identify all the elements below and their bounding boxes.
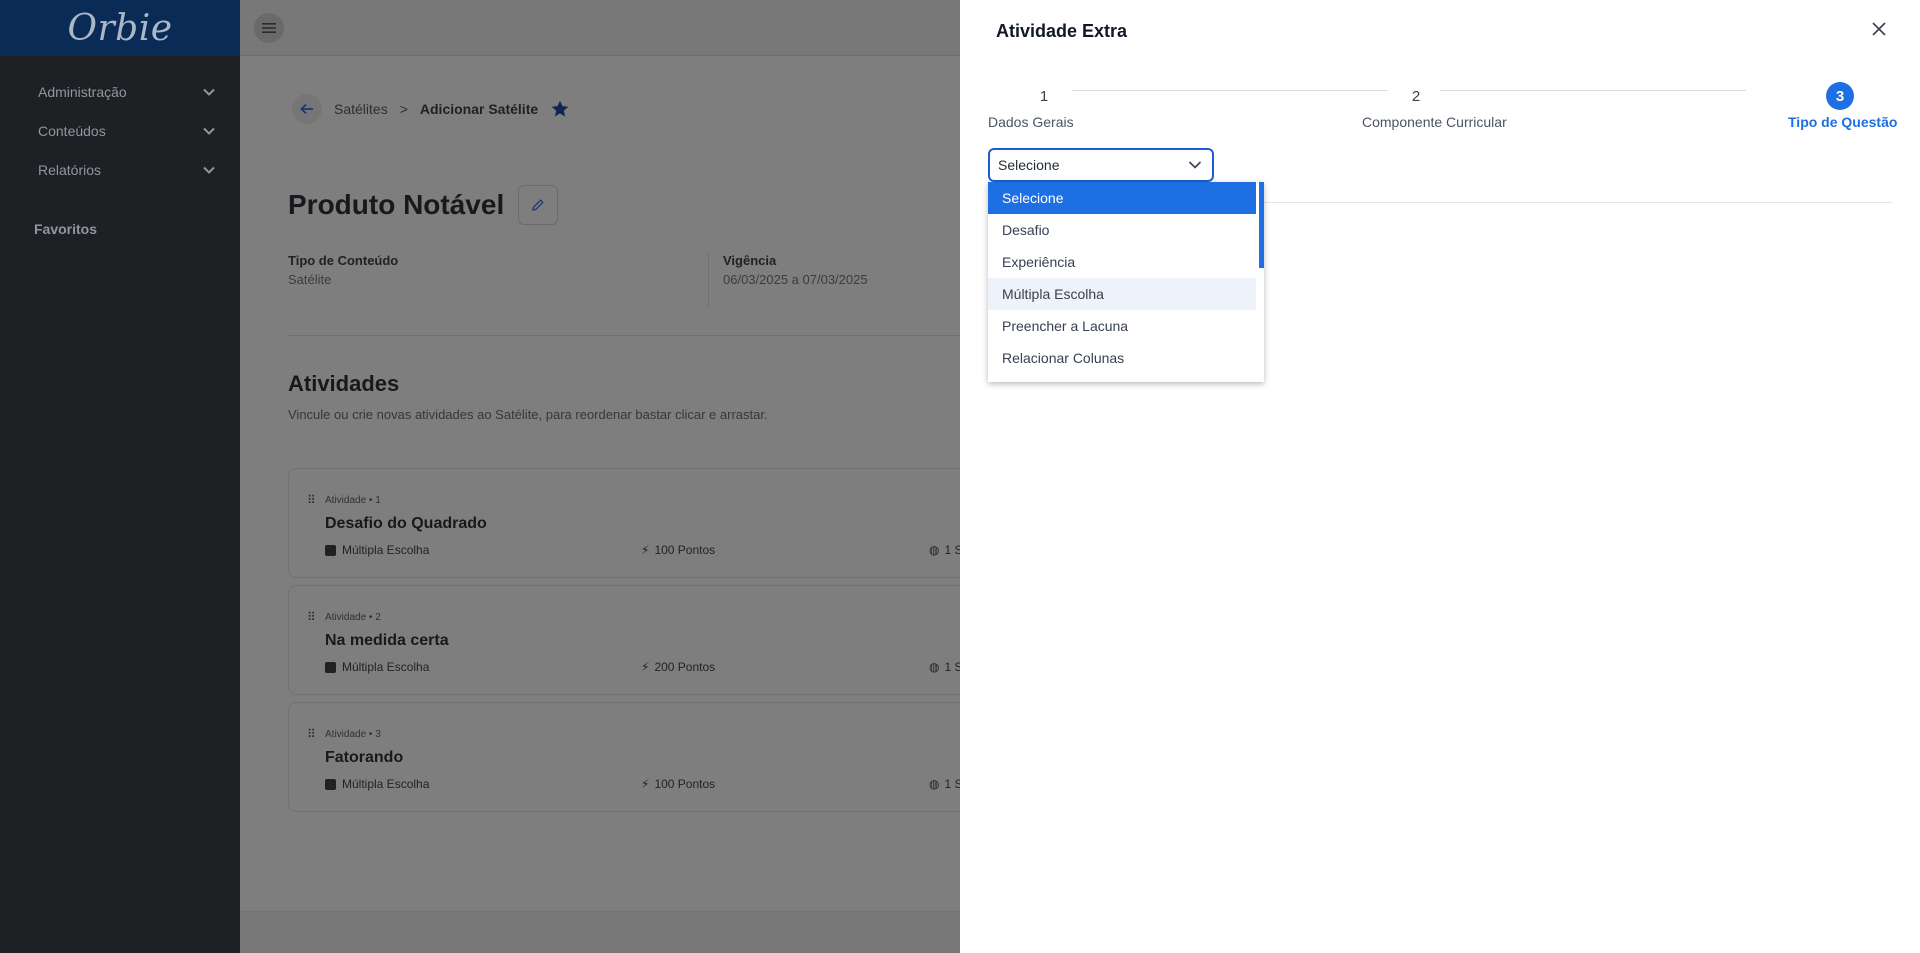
drawer-title: Atividade Extra	[996, 21, 1128, 41]
activity-name: Desafio do Quadrado	[325, 515, 487, 532]
dropdown-scrollbar[interactable]	[1259, 182, 1264, 268]
activity-card[interactable]: ⠿ Atividade • 2 Na medida certa Múltipla…	[288, 585, 988, 695]
page-title: Produto Notável	[288, 189, 505, 220]
step-1-number: 1	[1039, 87, 1049, 105]
activity-name: Fatorando	[325, 749, 404, 766]
globe-icon: ◍	[929, 543, 940, 557]
question-type-select[interactable]: Selecione	[988, 148, 1214, 182]
activity-points: ⚡ 100 Pontos	[641, 543, 715, 557]
breadcrumb-separator: >	[399, 101, 408, 117]
activity-points: ⚡ 100 Pontos	[641, 777, 715, 791]
checkbox-icon	[325, 661, 336, 673]
sidebar-nav: Administração Conteúdos Relatórios	[0, 56, 240, 189]
activities-title: Atividades	[288, 371, 400, 396]
activity-type: Múltipla Escolha	[325, 777, 429, 791]
activity-card[interactable]: ⠿ Atividade • 3 Fatorando Múltipla Escol…	[288, 702, 988, 812]
divider	[1216, 202, 1892, 203]
close-icon	[1872, 22, 1886, 36]
content-type-field: Tipo de Conteúdo Satélite	[288, 253, 708, 307]
sidebar-item-relatorios[interactable]: Relatórios	[0, 150, 240, 189]
content-type-label: Tipo de Conteúdo	[288, 253, 399, 268]
checkbox-icon	[325, 544, 336, 556]
footer-bar	[240, 911, 960, 953]
checkbox-icon	[325, 778, 336, 790]
activity-tag: Atividade • 2	[325, 612, 381, 623]
chevron-down-icon	[1188, 161, 1202, 169]
content-type-value: Satélite	[288, 272, 332, 287]
divider	[288, 335, 988, 336]
stepper-line	[1440, 90, 1746, 91]
edit-button[interactable]	[518, 185, 559, 225]
chevron-down-icon	[203, 166, 215, 174]
step-2-label: Componente Curricular	[1362, 114, 1507, 130]
dropdown-option[interactable]: Múltipla Escolha	[988, 278, 1256, 310]
sidebar-item-label: Conteúdos	[38, 122, 106, 139]
hamburger-icon	[262, 23, 276, 33]
favorites-heading: Favoritos	[34, 221, 98, 237]
drag-handle-icon[interactable]: ⠿	[307, 610, 316, 624]
star-icon[interactable]	[550, 99, 570, 119]
title-row: Produto Notável	[288, 185, 559, 225]
dropdown-option[interactable]: Relacionar Colunas	[988, 342, 1256, 374]
step-2-number: 2	[1411, 87, 1421, 105]
activity-tag: Atividade • 1	[325, 495, 381, 506]
step-1-label: Dados Gerais	[988, 114, 1074, 130]
sidebar-item-administracao[interactable]: Administração	[0, 72, 240, 111]
dropdown-option[interactable]: Desafio	[988, 214, 1256, 246]
dropdown-option[interactable]: Selecione	[988, 182, 1256, 214]
globe-icon: ◍	[929, 660, 940, 674]
step-3-number: 3	[1826, 82, 1854, 110]
lightning-icon: ⚡	[641, 777, 650, 791]
activity-type-label: Múltipla Escolha	[342, 777, 430, 791]
logo-bar: Orbie	[0, 0, 240, 56]
lightning-icon: ⚡	[641, 660, 650, 674]
globe-icon: ◍	[929, 777, 940, 791]
activity-type-label: Múltipla Escolha	[342, 543, 430, 557]
activity-points-label: 100 Pontos	[654, 543, 716, 557]
activities-subtitle: Vincule ou crie novas atividades ao Saté…	[288, 407, 768, 422]
activity-points: ⚡ 200 Pontos	[641, 660, 715, 674]
close-button[interactable]	[1868, 18, 1890, 40]
pencil-icon	[532, 199, 544, 211]
step-3-label: Tipo de Questão	[1788, 114, 1898, 130]
extra-activity-drawer: Atividade Extra 1 2 3 Dados Gerais Compo…	[960, 0, 1920, 953]
breadcrumb: Satélites > Adicionar Satélite	[292, 94, 570, 124]
menu-button[interactable]	[254, 13, 284, 43]
dropdown-option[interactable]: Experiência	[988, 246, 1256, 278]
activity-type: Múltipla Escolha	[325, 543, 429, 557]
dropdown-option[interactable]: Preencher a Lacuna	[988, 310, 1256, 342]
chevron-down-icon	[203, 127, 215, 135]
activity-type-label: Múltipla Escolha	[342, 660, 430, 674]
breadcrumb-current: Adicionar Satélite	[419, 101, 539, 117]
main-content: Satélites > Adicionar Satélite Produto N…	[240, 57, 988, 953]
stepper-line	[1072, 90, 1388, 91]
activity-tag: Atividade • 3	[325, 729, 381, 740]
chevron-down-icon	[203, 88, 215, 96]
sidebar-item-label: Relatórios	[38, 161, 102, 178]
activity-card[interactable]: ⠿ Atividade • 1 Desafio do Quadrado Múlt…	[288, 468, 988, 578]
select-value: Selecione	[998, 157, 1060, 173]
lightning-icon: ⚡	[641, 543, 650, 557]
sidebar: Orbie Administração Conteúdos Relatórios…	[0, 0, 240, 953]
sidebar-item-conteudos[interactable]: Conteúdos	[0, 111, 240, 150]
back-button[interactable]	[292, 94, 322, 124]
activity-type: Múltipla Escolha	[325, 660, 429, 674]
activity-points-label: 100 Pontos	[654, 777, 716, 791]
drag-handle-icon[interactable]: ⠿	[307, 727, 316, 741]
question-type-dropdown: Selecione Desafio Experiência Múltipla E…	[988, 182, 1264, 382]
sidebar-item-label: Administração	[38, 83, 127, 100]
breadcrumb-parent[interactable]: Satélites	[334, 101, 388, 117]
arrow-left-icon	[300, 103, 313, 115]
activity-points-label: 200 Pontos	[654, 660, 716, 674]
logo[interactable]: Orbie	[67, 8, 172, 49]
drag-handle-icon[interactable]: ⠿	[307, 493, 316, 507]
activity-name: Na medida certa	[325, 632, 449, 649]
